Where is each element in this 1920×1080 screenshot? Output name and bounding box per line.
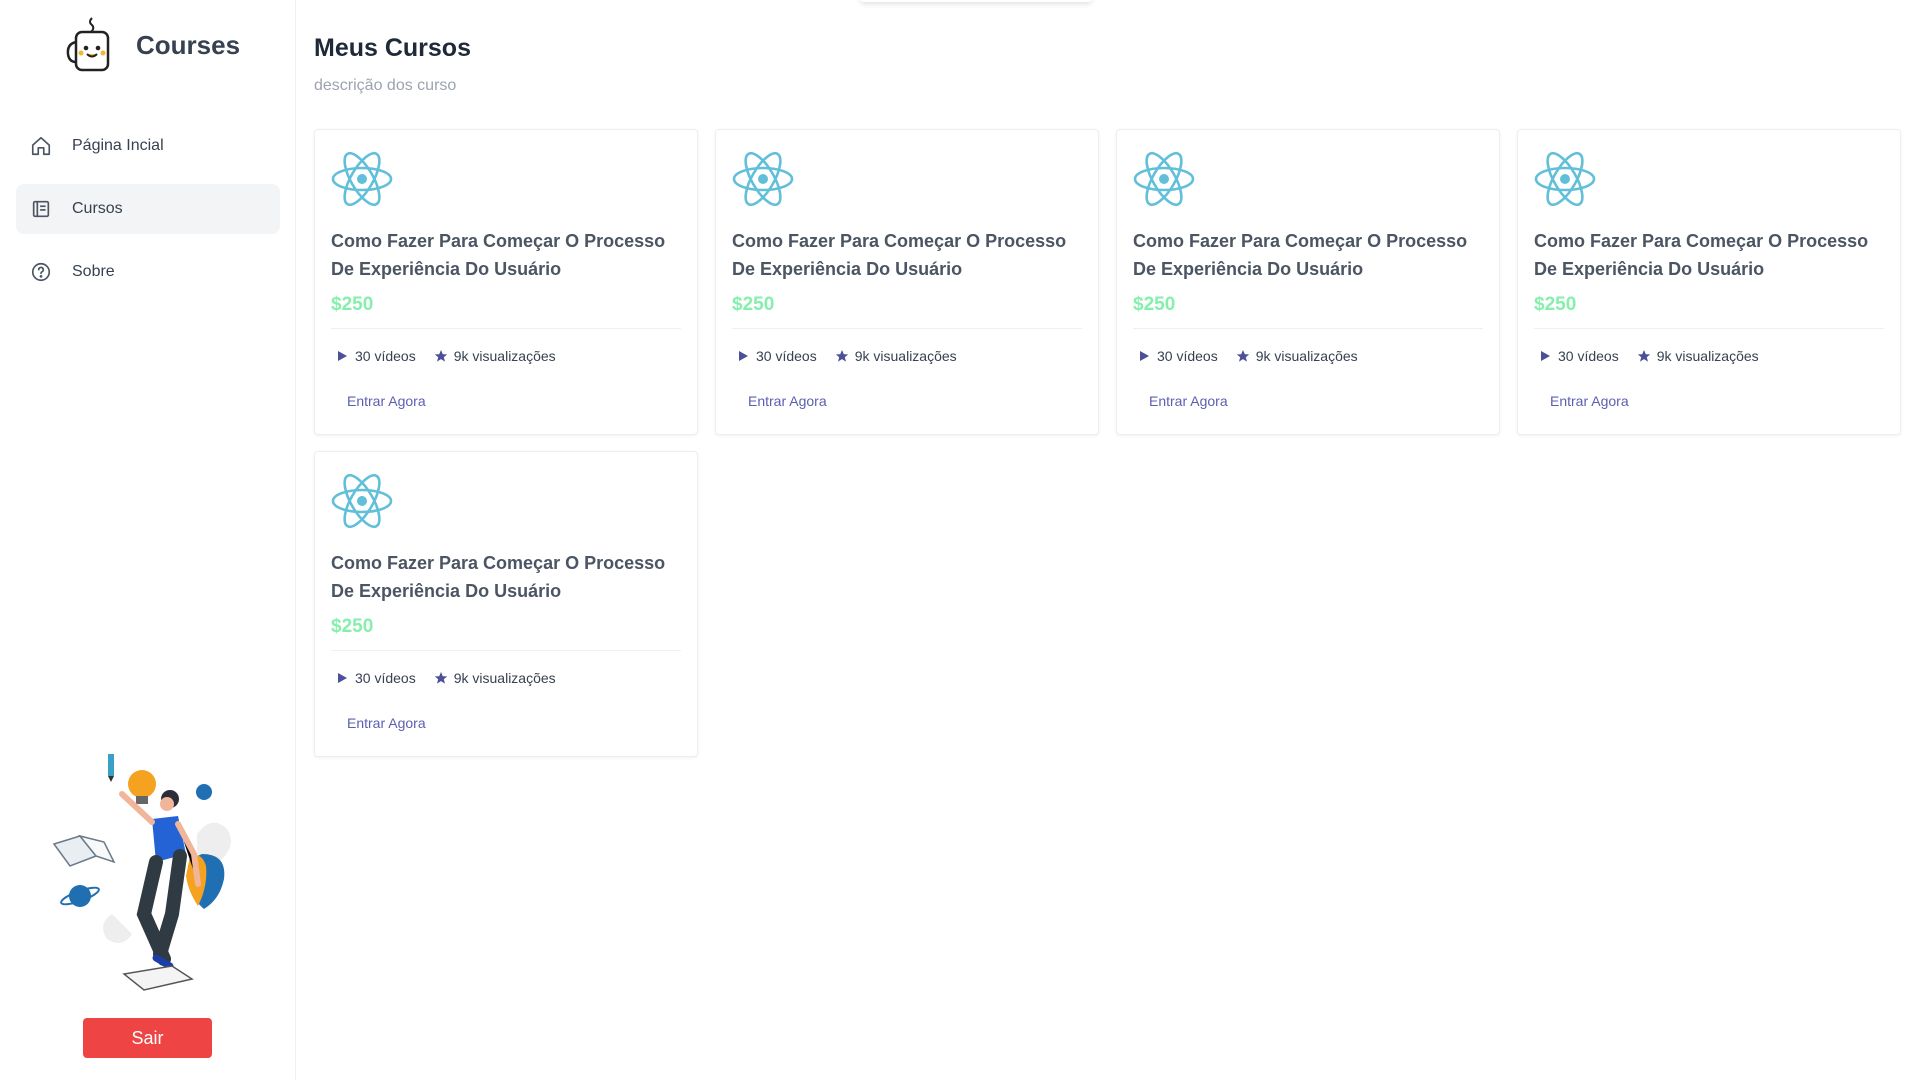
main-content: Meus Cursos descrição dos curso Como Faz… [296,0,1920,1080]
course-meta: 30 vídeos 9k visualizações [1137,348,1376,364]
course-card[interactable]: Como Fazer Para Começar O Processo De Ex… [1517,129,1901,435]
page-title: Meus Cursos [314,34,471,62]
react-icon [331,474,393,528]
book-icon [32,200,50,218]
home-icon [31,136,51,156]
sidebar-item-about[interactable]: Sobre [16,247,280,297]
course-price: $250 [331,616,374,637]
card-divider [331,328,681,329]
course-card[interactable]: Como Fazer Para Começar O Processo De Ex… [314,451,698,757]
page-description: descrição dos curso [314,77,457,94]
course-meta: 30 vídeos 9k visualizações [736,348,975,364]
view-count: 9k visualizações [1236,348,1358,364]
enter-now-link[interactable]: Entrar Agora [748,393,827,409]
enter-now-link[interactable]: Entrar Agora [347,393,426,409]
react-icon [1133,152,1195,206]
brand[interactable]: Courses [66,16,240,74]
view-count-label: 9k visualizações [854,348,957,364]
video-count-label: 30 vídeos [355,670,416,686]
video-count: 30 vídeos [335,348,416,364]
star-icon [1637,350,1650,362]
top-handle [860,0,1092,2]
star-icon [434,672,447,684]
video-count-label: 30 vídeos [355,348,416,364]
course-price: $250 [1534,294,1577,315]
sidebar-item-label: Cursos [72,200,123,217]
video-count: 30 vídeos [335,670,416,686]
course-meta: 30 vídeos 9k visualizações [335,670,574,686]
course-card[interactable]: Como Fazer Para Começar O Processo De Ex… [1116,129,1500,435]
enter-now-link[interactable]: Entrar Agora [1550,393,1629,409]
card-divider [732,328,1082,329]
course-card[interactable]: Como Fazer Para Começar O Processo De Ex… [715,129,1099,435]
course-price: $250 [732,294,775,315]
view-count: 9k visualizações [835,348,957,364]
card-divider [1534,328,1884,329]
star-icon [1236,350,1249,362]
course-title: Como Fazer Para Começar O Processo De Ex… [331,553,666,601]
play-icon [739,351,748,361]
react-icon [732,152,794,206]
student-illustration-icon [52,754,231,991]
course-title: Como Fazer Para Começar O Processo De Ex… [1133,231,1468,279]
sidebar-nav: Página Incial Cursos Sobre [16,121,280,310]
enter-now-link[interactable]: Entrar Agora [347,715,426,731]
view-count-label: 9k visualizações [1255,348,1358,364]
course-price: $250 [331,294,374,315]
video-count-label: 30 vídeos [756,348,817,364]
card-divider [331,650,681,651]
course-title: Como Fazer Para Começar O Processo De Ex… [331,231,666,279]
enter-now-link[interactable]: Entrar Agora [1149,393,1228,409]
course-meta: 30 vídeos 9k visualizações [335,348,574,364]
react-icon [331,152,393,206]
play-icon [338,351,347,361]
view-count: 9k visualizações [434,348,556,364]
card-divider [1133,328,1483,329]
video-count: 30 vídeos [1137,348,1218,364]
course-title: Como Fazer Para Começar O Processo De Ex… [1534,231,1869,279]
star-icon [434,350,447,362]
course-title: Como Fazer Para Começar O Processo De Ex… [732,231,1067,279]
video-count-label: 30 vídeos [1558,348,1619,364]
sidebar-item-label: Página Incial [72,137,164,154]
play-icon [338,673,347,683]
view-count-label: 9k visualizações [453,348,556,364]
help-circle-icon [31,262,51,282]
brand-name: Courses [136,29,241,60]
video-count: 30 vídeos [1538,348,1619,364]
course-card[interactable]: Como Fazer Para Começar O Processo De Ex… [314,129,698,435]
course-price: $250 [1133,294,1176,315]
view-count: 9k visualizações [434,670,556,686]
play-icon [1541,351,1550,361]
play-icon [1140,351,1149,361]
video-count-label: 30 vídeos [1157,348,1218,364]
sidebar-item-home[interactable]: Página Incial [16,121,280,171]
logout-button[interactable]: Sair [83,1018,212,1058]
sidebar-item-courses[interactable]: Cursos [16,184,280,234]
coffee-mug-logo-icon [66,17,110,72]
view-count-label: 9k visualizações [453,670,556,686]
view-count: 9k visualizações [1637,348,1759,364]
sidebar-item-label: Sobre [72,263,115,280]
star-icon [835,350,848,362]
video-count: 30 vídeos [736,348,817,364]
sidebar: Courses Página Incial Cursos Sobre Sair [0,0,296,1080]
react-icon [1534,152,1596,206]
course-meta: 30 vídeos 9k visualizações [1538,348,1777,364]
view-count-label: 9k visualizações [1656,348,1759,364]
